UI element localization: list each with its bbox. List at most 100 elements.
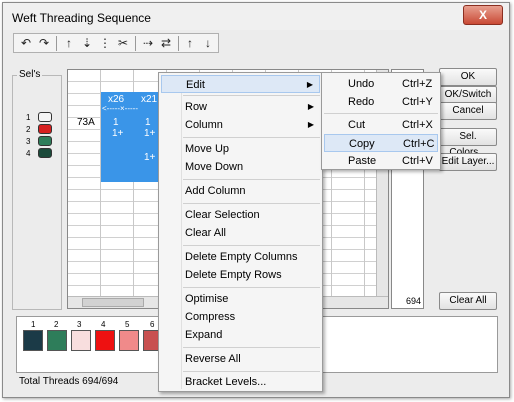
menu-separator: [183, 179, 320, 180]
menu-item-add-column[interactable]: Add Column: [161, 182, 320, 200]
thread-alt-icon[interactable]: ⋮: [97, 36, 113, 51]
cell-value: 1+: [144, 128, 156, 139]
swap-alt-icon[interactable]: ⇄: [158, 36, 174, 51]
menu-item-row[interactable]: Row ▶: [161, 98, 320, 116]
spool-number: 1: [26, 113, 31, 122]
menu-item-label: Reverse All: [185, 353, 241, 365]
menu-item-label: Delete Empty Columns: [185, 251, 298, 263]
menu-item-label: Move Down: [185, 161, 244, 173]
close-icon: X: [478, 8, 487, 22]
menu-item-label: Edit: [186, 79, 205, 91]
menu-item-shortcut: Ctrl+Y: [402, 96, 433, 108]
menu-item-label: Undo: [348, 78, 375, 90]
submenu-arrow-icon: ▶: [307, 120, 314, 129]
color-swatch[interactable]: [119, 330, 139, 351]
menu-item-column[interactable]: Column ▶: [161, 116, 320, 134]
menu-item-label: Paste: [348, 155, 377, 167]
menu-item-label: Row: [185, 101, 208, 113]
scrollbar-thumb[interactable]: [82, 298, 144, 307]
close-button[interactable]: X: [463, 5, 503, 25]
sel-colors-button[interactable]: Sel. Colors...: [439, 128, 497, 158]
menu-item-edit[interactable]: Edit ▶: [161, 75, 320, 93]
menu-item-label: Expand: [185, 329, 223, 341]
menu-item-label: Cut: [348, 119, 366, 131]
insert-thread-icon[interactable]: ↑: [61, 36, 77, 51]
menu-item-expand[interactable]: Expand: [161, 326, 320, 344]
menu-item-label: Clear All: [185, 227, 226, 239]
menu-item-compress[interactable]: Compress: [161, 308, 320, 326]
menu-item-optimise[interactable]: Optimise: [161, 290, 320, 308]
color-swatch[interactable]: [23, 330, 43, 351]
menu-separator: [183, 287, 320, 288]
title-bar: Weft Threading Sequence X: [3, 3, 509, 30]
color-swatch[interactable]: [95, 330, 115, 351]
cell-value: 1+: [112, 128, 124, 139]
swatch-number: 3: [77, 320, 82, 329]
selected-cells[interactable]: x26 x21 <-----×----- 1 1 1+ 1+ 1+: [101, 92, 165, 182]
menu-item-paste[interactable]: Paste Ctrl+V: [324, 152, 438, 170]
menu-separator: [183, 347, 320, 348]
menu-item-label: Compress: [185, 311, 236, 323]
menu-separator: [183, 95, 320, 96]
menu-item-label: Move Up: [185, 143, 230, 155]
total-threads-status: Total Threads 694/694: [19, 376, 119, 387]
spool-4-icon[interactable]: [38, 148, 52, 158]
swap-icon[interactable]: ⇢: [140, 36, 156, 51]
undo-icon[interactable]: ↶: [18, 36, 34, 51]
cell-value: 1+: [144, 152, 156, 163]
cut-thread-icon[interactable]: ✂: [115, 36, 131, 51]
toolbar-separator: [178, 36, 179, 51]
clear-all-button[interactable]: Clear All: [439, 292, 497, 310]
edit-layer-button[interactable]: Edit Layer...: [439, 153, 497, 171]
spool-number: 2: [26, 125, 31, 134]
menu-item-reverse-all[interactable]: Reverse All: [161, 350, 320, 368]
color-swatch[interactable]: [71, 330, 91, 351]
ok-button[interactable]: OK: [439, 68, 497, 86]
menu-item-move-up[interactable]: Move Up: [161, 140, 320, 158]
menu-item-shortcut: Ctrl+V: [402, 155, 433, 167]
sels-group: [12, 75, 62, 310]
menu-item-clear-selection[interactable]: Clear Selection: [161, 206, 320, 224]
cell-value: 1: [113, 117, 119, 128]
menu-item-clear-all[interactable]: Clear All: [161, 224, 320, 242]
menu-item-undo[interactable]: Undo Ctrl+Z: [324, 75, 438, 93]
menu-item-copy[interactable]: Copy Ctrl+C: [324, 134, 438, 152]
sels-label: Sel's: [17, 69, 43, 80]
toolbar-separator: [56, 36, 57, 51]
menu-separator: [324, 113, 438, 114]
spool-number: 4: [26, 149, 31, 158]
menu-item-shortcut: Ctrl+C: [403, 138, 435, 150]
menu-item-redo[interactable]: Redo Ctrl+Y: [324, 93, 438, 111]
swatch-number: 5: [125, 320, 130, 329]
swatch-number: 4: [101, 320, 106, 329]
thread-count: 694: [406, 296, 422, 306]
bracket-marker: <-----×-----: [102, 104, 138, 113]
spool-number: 3: [26, 137, 31, 146]
toolbar: ↶ ↷ ↑ ⇣ ⋮ ✂ ⇢ ⇄ ↑ ↓: [13, 33, 219, 53]
menu-item-delete-empty-rows[interactable]: Delete Empty Rows: [161, 266, 320, 284]
menu-item-cut[interactable]: Cut Ctrl+X: [324, 116, 438, 134]
menu-item-label: Add Column: [185, 185, 246, 197]
menu-separator: [183, 245, 320, 246]
down-arrow-icon[interactable]: ↓: [200, 36, 216, 51]
column-header: x21: [141, 94, 158, 105]
spool-3-icon[interactable]: [38, 136, 52, 146]
toolbar-separator: [135, 36, 136, 51]
cell-value: 1: [145, 117, 151, 128]
menu-item-shortcut: Ctrl+Z: [402, 78, 433, 90]
thread-icon[interactable]: ⇣: [79, 36, 95, 51]
menu-item-move-down[interactable]: Move Down: [161, 158, 320, 176]
menu-item-label: Copy: [349, 138, 375, 150]
color-swatch[interactable]: [47, 330, 67, 351]
cancel-button[interactable]: Cancel: [439, 102, 497, 120]
menu-item-delete-empty-columns[interactable]: Delete Empty Columns: [161, 248, 320, 266]
redo-icon[interactable]: ↷: [36, 36, 52, 51]
edit-submenu: Undo Ctrl+Z Redo Ctrl+Y Cut Ctrl+X Copy Ctrl…: [321, 72, 441, 170]
menu-separator: [183, 203, 320, 204]
submenu-arrow-icon: ▶: [306, 80, 313, 89]
menu-item-label: Delete Empty Rows: [185, 269, 282, 281]
spool-1-icon[interactable]: [38, 112, 52, 122]
spool-2-icon[interactable]: [38, 124, 52, 134]
menu-item-bracket-levels[interactable]: Bracket Levels...: [161, 373, 320, 391]
up-arrow-icon[interactable]: ↑: [182, 36, 198, 51]
